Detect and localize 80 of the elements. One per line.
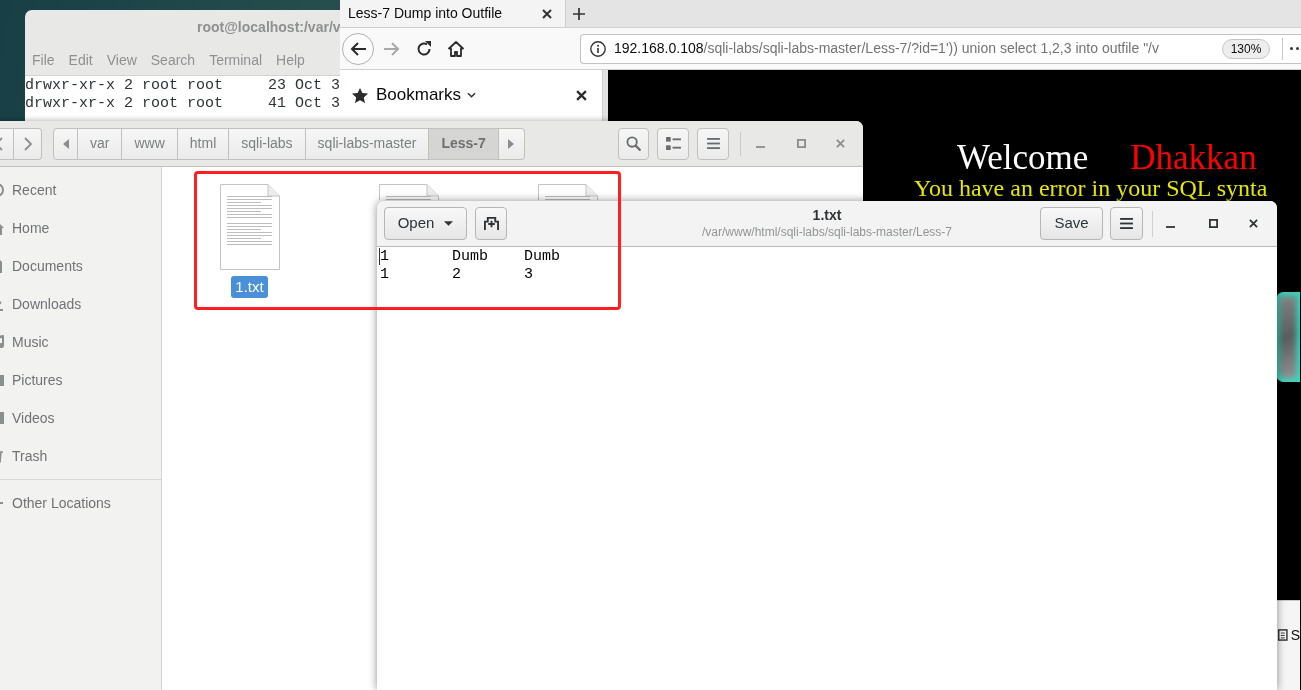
zoom-reset-button[interactable]: 130%	[1222, 38, 1270, 59]
heading-text: Welcome	[957, 140, 1089, 176]
text-file-icon[interactable]	[378, 184, 439, 200]
forward-button[interactable]	[14, 127, 42, 160]
search-button[interactable]	[618, 127, 649, 160]
search-icon	[626, 136, 641, 151]
close-icon	[835, 139, 845, 148]
reload-icon	[416, 40, 432, 57]
sidebar-item[interactable]: Music	[0, 323, 161, 361]
dots-icon[interactable]	[1290, 47, 1301, 50]
window-title: root@localhost:/var/v	[197, 18, 341, 37]
sidebar-item[interactable]: Recent	[0, 171, 161, 209]
new-document-button[interactable]	[475, 207, 507, 240]
text-line: 1 Dumb Dumb	[380, 248, 562, 266]
back-button[interactable]	[342, 32, 374, 65]
path-button[interactable]: sqli-labs-master	[305, 127, 430, 160]
menu-item[interactable]: Help	[276, 49, 305, 71]
text-cursor	[379, 248, 380, 265]
sidebar-item[interactable]: Videos	[0, 399, 161, 437]
text-line: 1 2 3	[380, 266, 535, 284]
menu-icon	[706, 138, 720, 149]
path-scroll-button[interactable]	[498, 127, 525, 160]
maximize-icon	[1208, 219, 1218, 228]
path-button[interactable]: var	[78, 127, 123, 160]
window-title: 1.txt	[812, 207, 842, 224]
path-button[interactable]: html	[177, 127, 230, 160]
menu-item[interactable]: Terminal	[209, 49, 263, 71]
chevron-down-icon	[467, 92, 477, 98]
home-icon	[448, 40, 464, 57]
triangle-right-icon	[508, 138, 515, 149]
info-icon[interactable]	[590, 40, 606, 57]
chevron-right-icon	[23, 136, 32, 151]
terminal-line: drwxr-xr-x 2 root root 23 Oct 3	[25, 77, 342, 95]
menu-item[interactable]: File	[32, 49, 55, 71]
maximize-icon	[796, 139, 806, 148]
menu-item[interactable]: View	[106, 49, 137, 71]
path-button[interactable]: www	[122, 127, 178, 160]
browser-tab[interactable]: Less-7 Dump into Outfile	[340, 0, 566, 27]
menu-item[interactable]: Search	[150, 49, 196, 71]
menu-button[interactable]	[1110, 207, 1143, 240]
sidebar-item[interactable]: Pictures	[0, 361, 161, 399]
path-button[interactable]: Less-7	[429, 127, 499, 160]
plus-box-icon	[483, 216, 499, 231]
sidebar-item[interactable]: Trash	[0, 437, 161, 475]
close-icon	[1248, 219, 1258, 228]
url-host-text: 192.168.0.108	[614, 39, 704, 58]
sidebar-item[interactable]: Home	[0, 209, 161, 247]
text-area[interactable]: 1 Dumb Dumb 1 2 3	[377, 247, 1277, 690]
terminal-line: drwxr-xr-x 2 root root 41 Oct 3	[25, 95, 342, 113]
path-button[interactable]: sqli-labs	[229, 127, 306, 160]
plus-icon[interactable]	[573, 7, 585, 20]
close-icon[interactable]	[576, 89, 587, 101]
bookmarks-dropdown[interactable]: Bookmarks	[376, 82, 477, 108]
minimize-icon	[1165, 225, 1175, 228]
sidebar-item[interactable]: Other Locations	[0, 484, 161, 522]
menu-item[interactable]: Edit	[68, 49, 93, 71]
close-icon[interactable]	[542, 8, 552, 19]
address-field[interactable]: 192.168.0.108/sqli-labs/sqli-labs-master/Less-7/?id=1')) union select 1,2,3 into outfile "/v 130%	[580, 33, 1301, 64]
sidebar-item[interactable]: Downloads	[0, 285, 161, 323]
url-path-text: /sqli-labs/sqli-labs-master/Less-7/?id=1')) union select 1,2,3 into outfile "/v	[703, 39, 1159, 58]
arrow-left-icon	[350, 41, 366, 56]
list-view-icon	[665, 137, 681, 150]
triangle-left-icon	[62, 138, 69, 149]
file-name[interactable]: 1.txt	[231, 276, 268, 298]
open-button[interactable]: Open	[384, 207, 467, 240]
path-scroll-button[interactable]	[53, 127, 78, 160]
text-file-icon[interactable]	[537, 184, 598, 200]
window-subtitle: /var/www/html/sqli-labs/sqli-labs-master/Less-7	[701, 224, 953, 240]
star-icon	[352, 87, 368, 103]
panel-label: S	[1290, 627, 1300, 643]
list-icon	[1278, 629, 1288, 641]
sidebar-item[interactable]: Documents	[0, 247, 161, 285]
home-button[interactable]	[446, 38, 466, 59]
menu-icon	[1120, 218, 1133, 229]
caret-icon	[444, 221, 454, 226]
save-button[interactable]: Save	[1040, 207, 1103, 240]
minimize-icon	[755, 145, 765, 148]
view-button[interactable]	[657, 127, 689, 160]
heading-text: Dhakkan	[1130, 140, 1257, 176]
error-message: You have an error in your SQL synta	[914, 176, 1268, 201]
